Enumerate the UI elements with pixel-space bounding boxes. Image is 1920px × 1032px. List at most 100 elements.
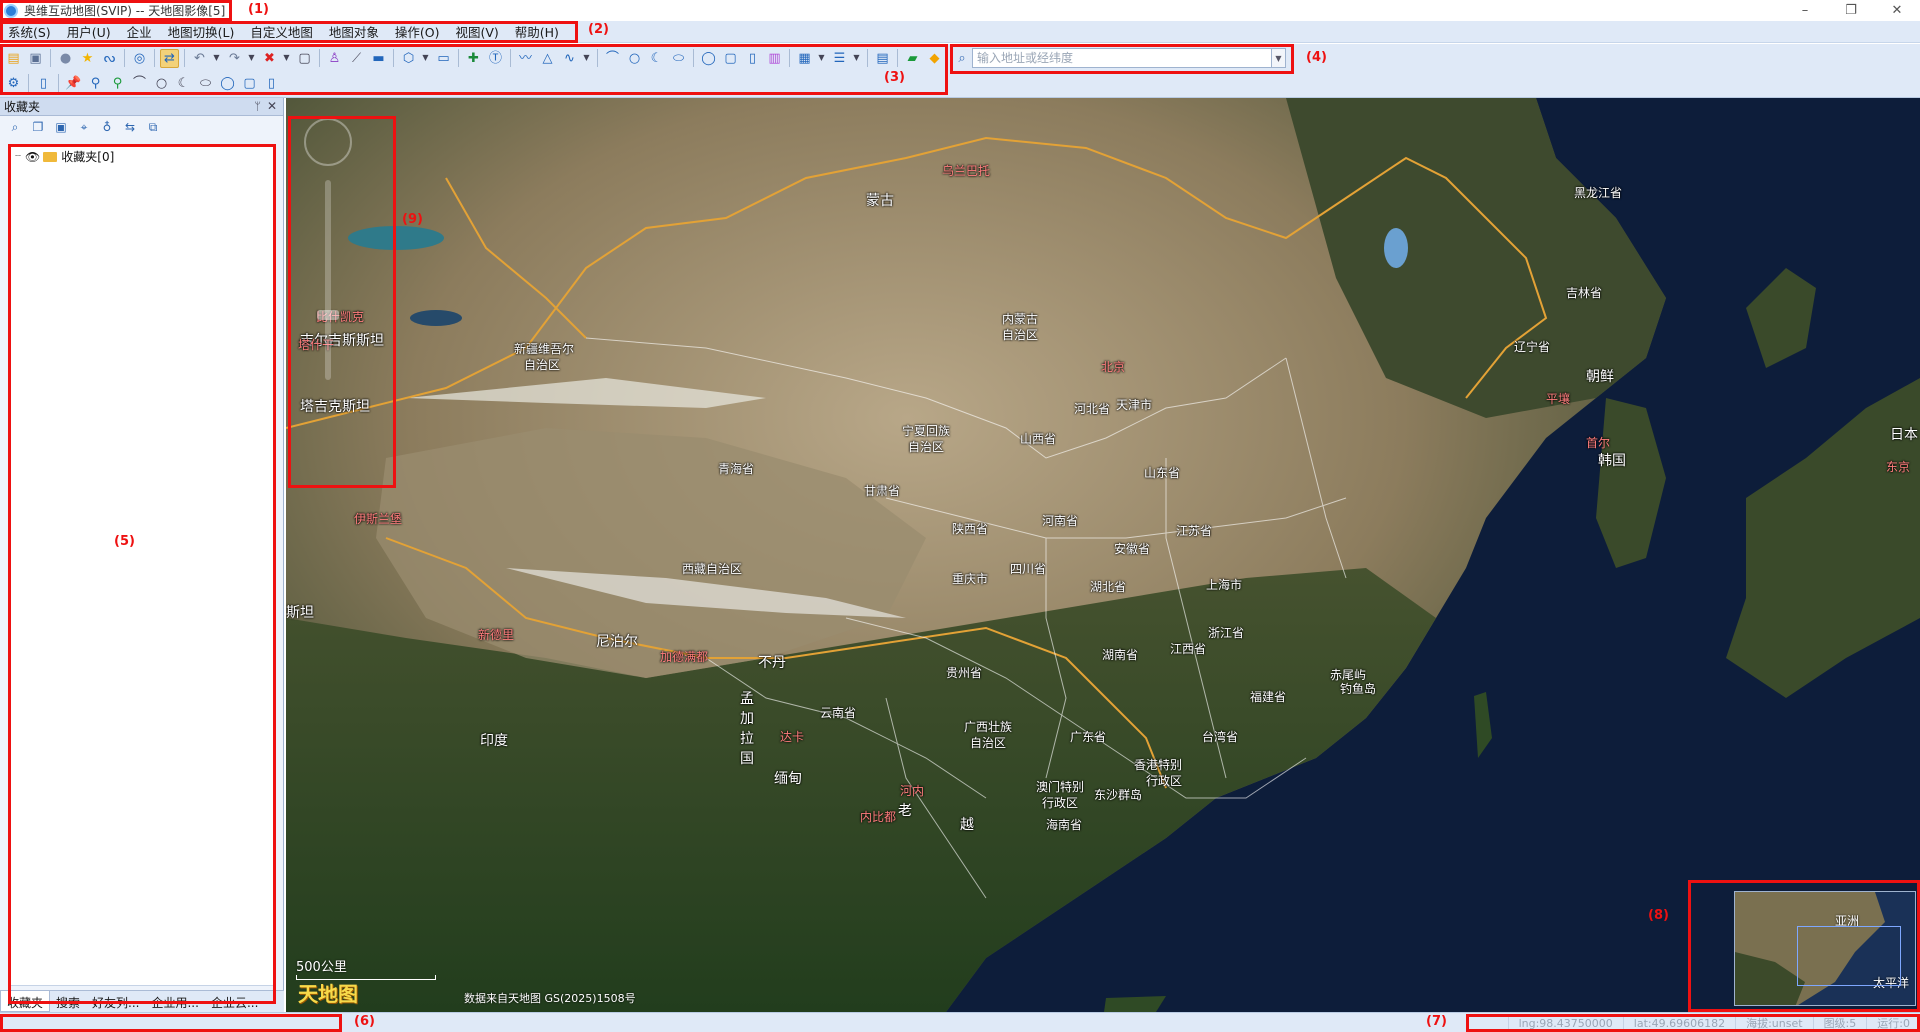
- menu-map-switch[interactable]: 地图切换(L): [160, 22, 243, 41]
- text-icon[interactable]: Ⓣ: [486, 49, 505, 68]
- chevron-down-icon[interactable]: ▼: [282, 49, 291, 68]
- map-label: 新疆维吾尔: [514, 342, 575, 356]
- tab-enterprise-users[interactable]: 企业用...: [145, 991, 204, 1012]
- favorites-tree[interactable]: ┄ 👁 收藏夹[0]: [8, 144, 276, 986]
- tree-expander[interactable]: ┄: [15, 151, 21, 162]
- measure-area-icon[interactable]: ▬: [369, 49, 388, 68]
- circle-icon[interactable]: ◯: [218, 74, 237, 93]
- delete-icon[interactable]: ✖: [260, 49, 279, 68]
- marker-icon[interactable]: ♁: [98, 118, 116, 136]
- menu-user[interactable]: 用户(U): [59, 22, 119, 41]
- search-input[interactable]: [972, 48, 1272, 68]
- doc-icon[interactable]: ▯: [743, 49, 762, 68]
- close-icon[interactable]: ✕: [267, 99, 277, 113]
- circle-outline-icon[interactable]: ◯: [699, 49, 718, 68]
- map-label: 孟: [740, 691, 754, 707]
- line-icon[interactable]: ⌒: [130, 74, 149, 93]
- minimize-icon[interactable]: –: [1782, 0, 1828, 21]
- square-icon[interactable]: ▢: [240, 74, 259, 93]
- menu-system[interactable]: 系统(S): [0, 22, 59, 41]
- person-marker-icon[interactable]: ♙: [325, 49, 344, 68]
- compass-icon[interactable]: [304, 118, 352, 166]
- pin-icon[interactable]: ᛘ: [254, 100, 261, 113]
- route-icon[interactable]: ᔓ: [100, 49, 119, 68]
- copy-icon[interactable]: ❐: [29, 118, 47, 136]
- crescent-icon[interactable]: ☾: [647, 49, 666, 68]
- circle-icon[interactable]: ○: [625, 49, 644, 68]
- undo-icon[interactable]: ↶: [190, 49, 209, 68]
- close-icon[interactable]: ✕: [1874, 0, 1920, 21]
- menu-view[interactable]: 视图(V): [447, 22, 506, 41]
- maximize-icon[interactable]: ❐: [1828, 0, 1874, 21]
- sync-icon[interactable]: ⇆: [121, 118, 139, 136]
- video-icon[interactable]: ▭: [434, 49, 453, 68]
- gem-icon[interactable]: ◆: [925, 49, 944, 68]
- search-icon[interactable]: ⌕: [6, 118, 24, 136]
- tree-node[interactable]: ┄ 👁 收藏夹[0]: [15, 148, 114, 165]
- triangle-icon[interactable]: △: [538, 49, 557, 68]
- map-navigation-control[interactable]: [294, 110, 364, 390]
- menu-map-object[interactable]: 地图对象: [321, 22, 387, 41]
- tab-friends[interactable]: 好友列...: [86, 991, 145, 1012]
- tab-favorites[interactable]: 收藏夹: [0, 991, 51, 1012]
- map-label: 自治区: [970, 736, 1007, 750]
- star-icon[interactable]: ★: [78, 49, 97, 68]
- tab-search[interactable]: 搜索: [50, 991, 86, 1012]
- menu-help[interactable]: 帮助(H): [507, 22, 567, 41]
- circle-icon[interactable]: ○: [152, 74, 171, 93]
- table-icon[interactable]: ▤: [873, 49, 892, 68]
- locate-icon[interactable]: ⌖: [75, 118, 93, 136]
- map-label: 拉: [740, 731, 754, 747]
- annotation-label: (5): [114, 534, 135, 549]
- polyline-icon[interactable]: 〰: [516, 49, 535, 68]
- layers-icon[interactable]: ◎: [130, 49, 149, 68]
- chevron-down-icon[interactable]: ▼: [817, 49, 826, 68]
- chevron-down-icon[interactable]: ▼: [852, 49, 861, 68]
- menu-operation[interactable]: 操作(O): [387, 22, 448, 41]
- overview-viewport-frame[interactable]: [1797, 926, 1901, 986]
- panel-icon[interactable]: ▦: [795, 49, 814, 68]
- pin-yellow-icon[interactable]: 📌: [64, 74, 83, 93]
- pin-green-icon[interactable]: ⚲: [108, 74, 127, 93]
- menu-custom-map[interactable]: 自定义地图: [242, 22, 321, 41]
- user-icon[interactable]: ●: [56, 49, 75, 68]
- arc-icon[interactable]: ⌒: [603, 49, 622, 68]
- ellipse-icon[interactable]: ⬭: [669, 49, 688, 68]
- save-icon[interactable]: ▣: [26, 49, 45, 68]
- export-icon[interactable]: ⧉: [144, 118, 162, 136]
- menu-enterprise[interactable]: 企业: [119, 22, 160, 41]
- zoom-slider-handle[interactable]: [317, 310, 339, 320]
- chevron-down-icon[interactable]: ▼: [1272, 48, 1286, 68]
- zoom-slider[interactable]: [325, 180, 331, 380]
- ruler-icon[interactable]: ⟋: [347, 49, 366, 68]
- bars-icon[interactable]: ▥: [765, 49, 784, 68]
- map-label: 台湾省: [1202, 730, 1239, 744]
- chevron-down-icon[interactable]: ▼: [421, 49, 430, 68]
- curve-icon[interactable]: ∿: [560, 49, 579, 68]
- hexagon-icon[interactable]: ⬡: [399, 49, 418, 68]
- overview-map[interactable]: 亚洲 太平洋: [1734, 891, 1916, 1006]
- chevron-down-icon[interactable]: ▼: [212, 49, 221, 68]
- redo-icon[interactable]: ↷: [225, 49, 244, 68]
- map-view[interactable]: 乌兰巴托 蒙古 黑龙江省 吉林省 辽宁省 内蒙古 自治区 新疆维吾尔 自治区 比…: [286, 98, 1920, 1012]
- gear-icon[interactable]: ⚙: [4, 74, 23, 93]
- ellipse-icon[interactable]: ⬭: [196, 74, 215, 93]
- message-icon[interactable]: ▰: [903, 49, 922, 68]
- crescent-icon[interactable]: ☾: [174, 74, 193, 93]
- pin-add-icon[interactable]: ✚: [464, 49, 483, 68]
- pin-blue-icon[interactable]: ⚲: [86, 74, 105, 93]
- open-folder-icon[interactable]: ▤: [4, 49, 23, 68]
- import-icon[interactable]: ▣: [52, 118, 70, 136]
- page-icon[interactable]: ▯: [262, 74, 281, 93]
- chevron-down-icon[interactable]: ▼: [582, 49, 591, 68]
- eye-icon[interactable]: 👁: [25, 150, 40, 164]
- page-icon[interactable]: ▯: [34, 74, 53, 93]
- map-label: 宁夏回族: [902, 424, 951, 438]
- search-icon[interactable]: ⌕: [952, 51, 972, 66]
- rect-icon[interactable]: ▢: [721, 49, 740, 68]
- chevron-down-icon[interactable]: ▼: [247, 49, 256, 68]
- tab-enterprise-cloud[interactable]: 企业云...: [205, 991, 264, 1012]
- square-icon[interactable]: ▢: [295, 49, 314, 68]
- list-icon[interactable]: ☰: [830, 49, 849, 68]
- map-switch-icon[interactable]: ⇄: [160, 48, 179, 68]
